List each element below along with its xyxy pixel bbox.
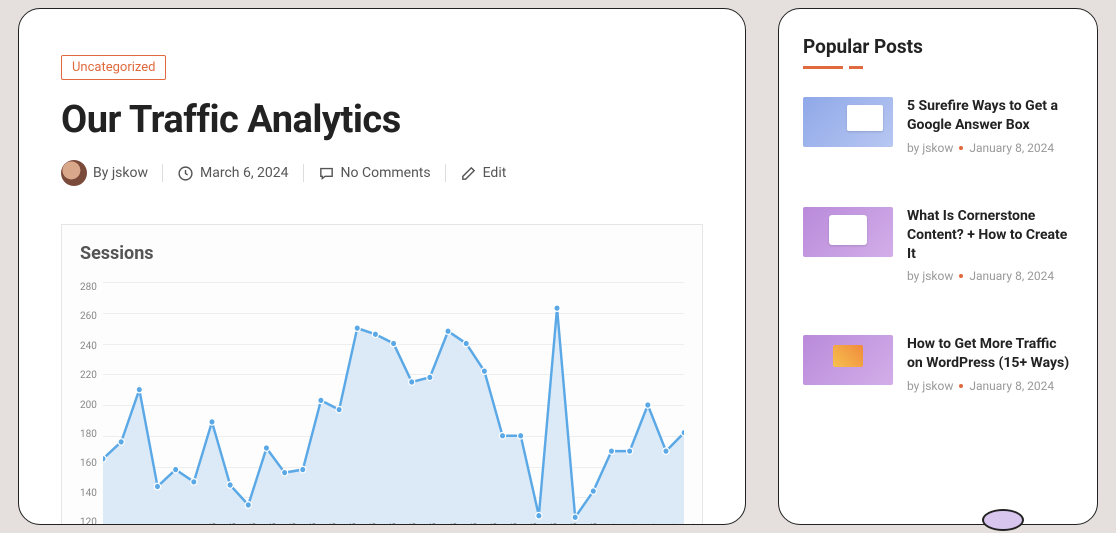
sidebar-title: Popular Posts <box>803 35 1073 58</box>
category-tag[interactable]: Uncategorized <box>61 55 166 80</box>
comments-label: No Comments <box>341 165 431 181</box>
post-author: by jskow <box>907 141 953 155</box>
post-author: by jskow <box>907 269 953 283</box>
post-link[interactable]: 5 Surefire Ways to Get a Google Answer B… <box>907 97 1073 135</box>
post-meta: by jskow January 8, 2024 <box>907 141 1073 155</box>
dot-icon <box>959 274 963 278</box>
list-item[interactable]: What Is Cornerstone Content? + How to Cr… <box>803 207 1073 284</box>
decorative-blob <box>982 509 1024 531</box>
post-meta-row: By jskow March 6, 2024 No Comments <box>61 160 703 186</box>
post-thumbnail <box>803 97 893 147</box>
meta-divider <box>303 164 304 182</box>
clock-icon <box>177 165 194 182</box>
post-date: March 6, 2024 <box>200 165 289 181</box>
chart-title: Sessions <box>80 243 684 264</box>
post-link[interactable]: What Is Cornerstone Content? + How to Cr… <box>907 207 1073 264</box>
meta-divider <box>162 164 163 182</box>
post-title: Our Traffic Analytics <box>61 98 703 142</box>
author-byline: By jskow <box>93 165 148 181</box>
edit-link[interactable]: Edit <box>460 165 507 182</box>
comments-meta[interactable]: No Comments <box>318 165 431 182</box>
post-author: by jskow <box>907 379 953 393</box>
post-link[interactable]: How to Get More Traffic on WordPress (15… <box>907 335 1073 373</box>
list-item[interactable]: How to Get More Traffic on WordPress (15… <box>803 335 1073 393</box>
dot-icon <box>959 384 963 388</box>
post-date: January 8, 2024 <box>969 269 1054 283</box>
title-underline <box>803 66 1073 69</box>
date-meta: March 6, 2024 <box>177 165 289 182</box>
dot-icon <box>959 146 963 150</box>
edit-label: Edit <box>483 165 507 181</box>
meta-divider <box>445 164 446 182</box>
popular-posts-panel: Popular Posts 5 Surefire Ways to Get a G… <box>778 8 1098 525</box>
comment-icon <box>318 165 335 182</box>
post-meta: by jskow January 8, 2024 <box>907 379 1073 393</box>
avatar <box>61 160 87 186</box>
sessions-chart: Sessions 280260240220200180160140120 5 F… <box>61 224 703 525</box>
author-meta[interactable]: By jskow <box>61 160 148 186</box>
post-date: January 8, 2024 <box>969 141 1054 155</box>
chart-plot: 5 Feb6 Feb7 Feb8 Feb9 Feb10 Feb11 Feb12 … <box>103 282 684 525</box>
article-panel: Uncategorized Our Traffic Analytics By j… <box>18 8 746 525</box>
post-thumbnail <box>803 335 893 385</box>
chart-y-axis: 280260240220200180160140120 <box>80 282 103 525</box>
post-thumbnail <box>803 207 893 257</box>
post-meta: by jskow January 8, 2024 <box>907 269 1073 283</box>
list-item[interactable]: 5 Surefire Ways to Get a Google Answer B… <box>803 97 1073 155</box>
edit-icon <box>460 165 477 182</box>
post-date: January 8, 2024 <box>969 379 1054 393</box>
